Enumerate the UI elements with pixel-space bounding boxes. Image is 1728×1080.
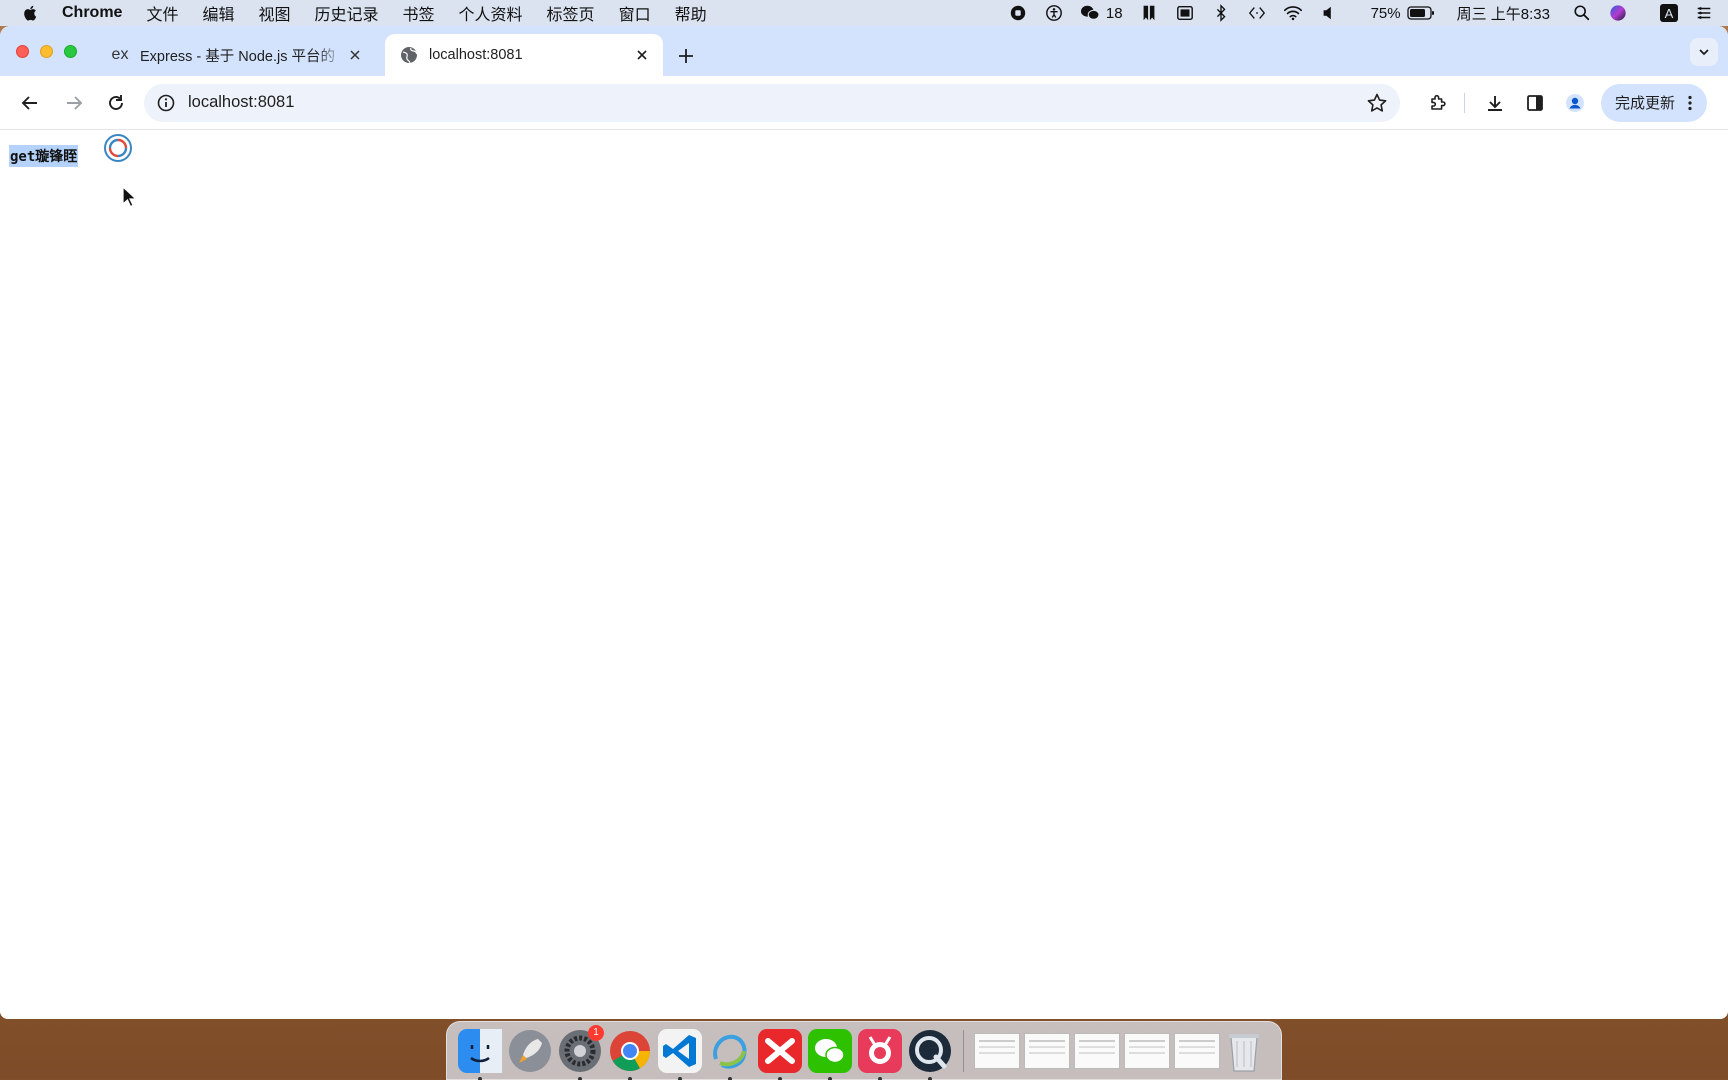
- bluetooth-icon[interactable]: [1211, 4, 1231, 22]
- minimized-window-thumbnail[interactable]: [974, 1032, 1020, 1069]
- close-tab-icon[interactable]: [346, 46, 364, 64]
- siri-icon[interactable]: [1608, 4, 1628, 22]
- battery-status[interactable]: 75%: [1355, 5, 1435, 22]
- menu-profiles[interactable]: 个人资料: [459, 1, 523, 25]
- code-icon[interactable]: [1247, 4, 1267, 22]
- launchpad-rocket-icon[interactable]: [508, 1029, 552, 1073]
- xmind-icon[interactable]: [758, 1028, 802, 1080]
- close-window-button[interactable]: [16, 45, 29, 58]
- quicktime-icon[interactable]: [908, 1029, 952, 1080]
- menu-clock[interactable]: 周三 上午8:33: [1457, 3, 1550, 24]
- minimize-window-button[interactable]: [40, 45, 53, 58]
- wechat-count: 18: [1105, 4, 1123, 22]
- minimized-window-thumbnail[interactable]: [1074, 1032, 1120, 1069]
- reload-icon[interactable]: [98, 85, 134, 121]
- minimized-window-thumbnail[interactable]: [1124, 1032, 1170, 1069]
- battery-percent: 75%: [1370, 4, 1401, 22]
- tab-localhost[interactable]: localhost:8081: [385, 34, 663, 76]
- extension-spinner-icon[interactable]: [103, 133, 133, 163]
- bookmark-star-icon[interactable]: [1366, 92, 1388, 114]
- bookmark-status-icon[interactable]: [1139, 4, 1159, 22]
- response-text: get璇锋眰: [9, 145, 79, 167]
- express-favicon: ex: [111, 46, 129, 63]
- page-content: get璇锋眰: [0, 130, 1728, 1019]
- new-tab-plus-icon[interactable]: [676, 46, 696, 66]
- chrome-window: ex Express - 基于 Node.js 平台的 localhost:80…: [0, 26, 1728, 1019]
- profile-avatar-icon[interactable]: [1557, 85, 1593, 121]
- address-bar[interactable]: localhost:8081: [144, 83, 1400, 122]
- system-settings-gear-icon[interactable]: 1: [558, 1024, 604, 1080]
- tab-express[interactable]: ex Express - 基于 Node.js 平台的: [96, 34, 376, 76]
- close-tab-icon[interactable]: [633, 46, 651, 64]
- menu-history[interactable]: 历史记录: [315, 1, 379, 25]
- minimized-window-thumbnail[interactable]: [1024, 1032, 1070, 1069]
- site-info-icon[interactable]: [156, 93, 176, 113]
- volume-icon[interactable]: [1319, 4, 1339, 22]
- globe-icon: [399, 46, 419, 64]
- chrome-icon[interactable]: [608, 1029, 652, 1080]
- download-icon[interactable]: [1477, 85, 1513, 121]
- input-method-icon[interactable]: A: [1644, 4, 1678, 22]
- zoom-window-button[interactable]: [64, 45, 77, 58]
- minimized-window-thumbnail[interactable]: [1174, 1032, 1220, 1069]
- extensions-puzzle-icon[interactable]: [1420, 85, 1456, 121]
- tab-title: Express - 基于 Node.js 平台的: [140, 48, 335, 65]
- menu-app-name[interactable]: Chrome: [62, 4, 122, 22]
- tab-strip: ex Express - 基于 Node.js 平台的 localhost:80…: [0, 26, 1728, 76]
- menu-bar-left: Chrome 文件 编辑 视图 历史记录 书签 个人资料 标签页 窗口 帮助: [22, 0, 731, 26]
- menu-bar-status: 18 75% 周三 上午8:33 A: [992, 0, 1714, 26]
- menu-view[interactable]: 视图: [258, 1, 290, 25]
- menu-help[interactable]: 帮助: [675, 1, 707, 25]
- menu-file[interactable]: 文件: [146, 1, 178, 25]
- tab-title: localhost:8081: [429, 47, 523, 63]
- menu-bookmarks[interactable]: 书签: [403, 1, 435, 25]
- spotlight-search-icon[interactable]: [1572, 4, 1592, 22]
- screen-record-icon[interactable]: [1008, 4, 1028, 22]
- forward-arrow-icon[interactable]: [56, 85, 92, 121]
- control-center-icon[interactable]: [1694, 4, 1714, 22]
- menu-edit[interactable]: 编辑: [202, 1, 234, 25]
- dock-divider: [963, 1029, 964, 1072]
- side-panel-icon[interactable]: [1517, 85, 1553, 121]
- url-text[interactable]: localhost:8081: [188, 93, 1366, 112]
- back-arrow-icon[interactable]: [12, 85, 48, 121]
- complete-update-button[interactable]: 完成更新: [1601, 83, 1708, 122]
- battery-icon: [1406, 6, 1434, 20]
- toolbar-separator: [1464, 92, 1465, 113]
- wechat-icon[interactable]: [808, 1028, 852, 1080]
- vscode-icon[interactable]: [658, 1028, 702, 1080]
- macos-menu-bar: Chrome 文件 编辑 视图 历史记录 书签 个人资料 标签页 窗口 帮助 1…: [0, 0, 1728, 26]
- menu-window[interactable]: 窗口: [619, 1, 651, 25]
- update-label: 完成更新: [1615, 95, 1676, 112]
- window-controls: [16, 45, 88, 58]
- finder-icon[interactable]: [458, 1028, 502, 1080]
- more-menu-icon: [1688, 95, 1692, 110]
- mouse-cursor-icon: [122, 186, 136, 208]
- trash-icon[interactable]: [1225, 1029, 1263, 1073]
- display-icon[interactable]: [1175, 4, 1195, 22]
- apple-icon[interactable]: [22, 4, 40, 22]
- wifi-icon[interactable]: [1283, 4, 1303, 22]
- browser-toolbar: localhost:8081 完成更新: [0, 76, 1728, 130]
- macos-dock: 1: [446, 1021, 1282, 1080]
- tab-search-chevron-icon[interactable]: [1690, 38, 1718, 66]
- settings-badge: 1: [588, 1024, 604, 1041]
- wechat-status-icon[interactable]: 18: [1080, 4, 1123, 22]
- navicat-icon[interactable]: [708, 1029, 752, 1080]
- mindnode-icon[interactable]: [858, 1028, 902, 1080]
- accessibility-icon[interactable]: [1044, 4, 1064, 22]
- menu-tabs[interactable]: 标签页: [547, 1, 595, 25]
